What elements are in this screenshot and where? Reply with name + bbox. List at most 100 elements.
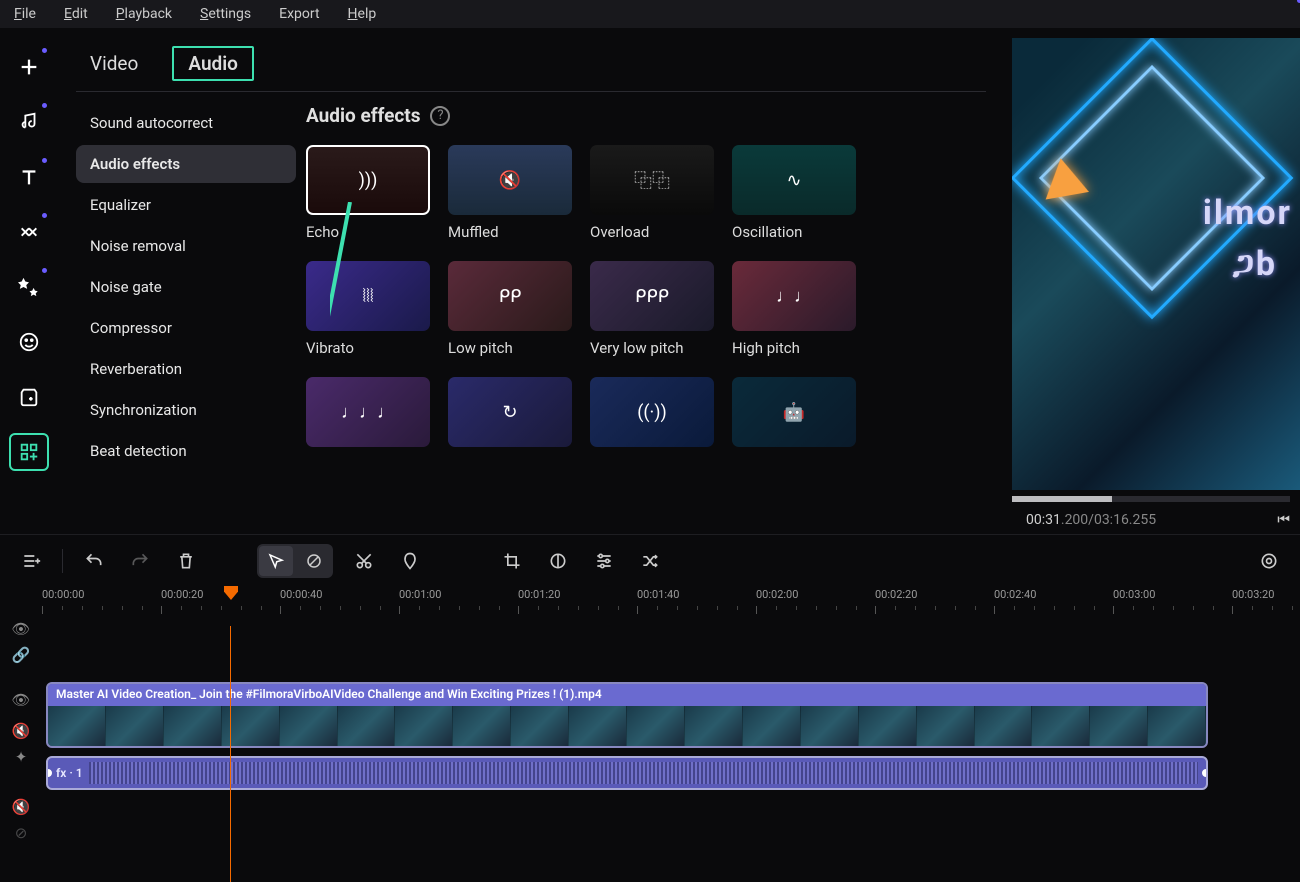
sidebar-item-beat-detection[interactable]: Beat detection	[76, 432, 296, 470]
preview-timecode: 00:31.200/03:16.255 ⏮	[1026, 512, 1300, 528]
prev-frame-icon[interactable]: ⏮	[1277, 512, 1290, 528]
effect-echo[interactable]: )‎)‎)Echo	[306, 145, 430, 241]
help-icon[interactable]: ?	[430, 106, 450, 126]
effect-low-pitch[interactable]: ᑭᑭLow pitch	[448, 261, 572, 357]
menubar: File Edit Playback Settings Export Help	[0, 0, 1300, 28]
left-tool-strip	[0, 28, 58, 534]
effects-title: Audio effects	[306, 104, 420, 127]
sidebar-item-noise-gate[interactable]: Noise gate	[76, 268, 296, 306]
fx-icon[interactable]: ✦	[0, 744, 42, 770]
effect-label: High pitch	[732, 339, 856, 357]
ruler-tick: 00:02:20	[875, 588, 917, 601]
sidebar-item-equalizer[interactable]: Equalizer	[76, 186, 296, 224]
color-icon[interactable]	[543, 546, 573, 576]
transition-icon[interactable]	[9, 213, 49, 251]
text-icon[interactable]	[9, 158, 49, 196]
visibility-icon[interactable]: 👁	[0, 616, 42, 642]
sidebar-item-audio-effects[interactable]: Audio effects	[76, 145, 296, 183]
effect-muffled[interactable]: 🔇Muffled	[448, 145, 572, 241]
ruler-tick: 00:00:00	[42, 588, 84, 601]
effect-oscillation[interactable]: ∿Oscillation	[732, 145, 856, 241]
tab-video[interactable]: Video	[76, 48, 152, 79]
sidebar-item-sound-autocorrect[interactable]: Sound autocorrect	[76, 104, 296, 142]
hidden-icon[interactable]: ⊘	[0, 820, 42, 846]
preview-canvas[interactable]: ilmorጋb	[1012, 38, 1300, 490]
track-area[interactable]: Master AI Video Creation_ Join the #Film…	[42, 616, 1300, 878]
effect-label: Overload	[590, 223, 714, 241]
tab-audio[interactable]: Audio	[172, 46, 254, 81]
ruler-tick: 00:00:20	[161, 588, 203, 601]
timeline-toolbar	[0, 534, 1300, 586]
menu-edit[interactable]: Edit	[64, 6, 88, 22]
effect-label: Very low pitch	[590, 339, 714, 357]
ruler-tick: 00:02:00	[756, 588, 798, 601]
effect-high-pitch[interactable]: ♩♩High pitch	[732, 261, 856, 357]
visibility-icon[interactable]: 👁	[0, 682, 42, 718]
clip-title: Master AI Video Creation_ Join the #Film…	[48, 684, 1206, 706]
menu-settings[interactable]: Settings	[200, 6, 251, 22]
effect-vibrato[interactable]: ⦚⦚⦚Vibrato	[306, 261, 430, 357]
effect-unnamed-9[interactable]: ↻	[448, 377, 572, 455]
shuffle-icon[interactable]	[635, 546, 665, 576]
music-icon[interactable]	[9, 103, 49, 141]
ruler-tick: 00:02:40	[994, 588, 1036, 601]
mute-icon[interactable]: 🔇	[0, 794, 42, 820]
effect-label: Muffled	[448, 223, 572, 241]
preview-progress[interactable]	[1012, 496, 1290, 502]
effect-unnamed-8[interactable]: ♩♩♩	[306, 377, 430, 455]
effect-very-low-pitch[interactable]: ᑭᑭᑭVery low pitch	[590, 261, 714, 357]
settings-icon[interactable]	[1254, 546, 1284, 576]
crop-icon[interactable]	[497, 546, 527, 576]
effect-unnamed-10[interactable]: ((·))	[590, 377, 714, 455]
effects-grid: )‎)‎)Echo🔇Muffled⿻⿻Overload∿Oscillation ⦚…	[306, 145, 976, 455]
ruler-tick: 00:03:20	[1232, 588, 1274, 601]
video-clip[interactable]: Master AI Video Creation_ Join the #Film…	[46, 682, 1208, 748]
sidebar-item-synchronization[interactable]: Synchronization	[76, 391, 296, 429]
playhead[interactable]	[224, 586, 238, 600]
waveform	[89, 762, 1198, 784]
sticker-icon[interactable]	[9, 323, 49, 361]
add-icon[interactable]	[9, 48, 49, 86]
clip-handle-right[interactable]	[1200, 767, 1208, 779]
audio-clip[interactable]: fx · 1	[46, 756, 1208, 790]
ruler-tick: 00:03:00	[1113, 588, 1155, 601]
sidebar-item-reverberation[interactable]: Reverberation	[76, 350, 296, 388]
clip-handle-left[interactable]	[46, 767, 54, 779]
ruler-tick: 00:01:00	[399, 588, 441, 601]
apps-icon[interactable]	[9, 433, 49, 471]
effect-label: Vibrato	[306, 339, 430, 357]
audio-category-list: Sound autocorrectAudio effectsEqualizerN…	[76, 104, 306, 534]
effects-icon[interactable]	[9, 268, 49, 306]
ruler-tick: 00:01:40	[637, 588, 679, 601]
cut-icon[interactable]	[349, 546, 379, 576]
delete-icon[interactable]	[171, 546, 201, 576]
effect-label: Echo	[306, 223, 430, 241]
effect-overload[interactable]: ⿻⿻Overload	[590, 145, 714, 241]
sidebar-item-noise-removal[interactable]: Noise removal	[76, 227, 296, 265]
effect-unnamed-11[interactable]: 🤖	[732, 377, 856, 455]
link-icon[interactable]: 🔗	[0, 642, 42, 668]
menu-help[interactable]: Help	[348, 6, 377, 22]
track-header-icons: 👁 🔗 👁 🔇 ✦ 🔇 ⊘	[0, 616, 42, 878]
undo-icon[interactable]	[79, 546, 109, 576]
upload-icon[interactable]	[9, 378, 49, 416]
ruler-tick: 00:00:40	[280, 588, 322, 601]
redo-icon[interactable]	[125, 546, 155, 576]
menu-file[interactable]: File	[14, 6, 36, 22]
effect-label: Oscillation	[732, 223, 856, 241]
adjust-icon[interactable]	[589, 546, 619, 576]
select-tool-icon[interactable]	[259, 546, 293, 576]
timeline-ruler[interactable]: 00:00:00 00:00:20 00:00:40 00:01:00 00:01:20…	[42, 586, 1300, 616]
media-tabs: Video Audio	[76, 46, 986, 92]
ruler-tick: 00:01:20	[518, 588, 560, 601]
disable-tool-icon[interactable]	[297, 546, 331, 576]
track-add-icon[interactable]	[16, 546, 46, 576]
marker-icon[interactable]	[395, 546, 425, 576]
menu-export[interactable]: Export	[279, 6, 319, 22]
sidebar-item-compressor[interactable]: Compressor	[76, 309, 296, 347]
mute-icon[interactable]: 🔇	[0, 718, 42, 744]
preview-panel: ilmorጋb 00:31.200/03:16.255 ⏮	[1010, 28, 1300, 534]
fx-label: fx · 1	[56, 766, 83, 780]
menu-playback[interactable]: Playback	[116, 6, 172, 22]
effect-label: Low pitch	[448, 339, 572, 357]
